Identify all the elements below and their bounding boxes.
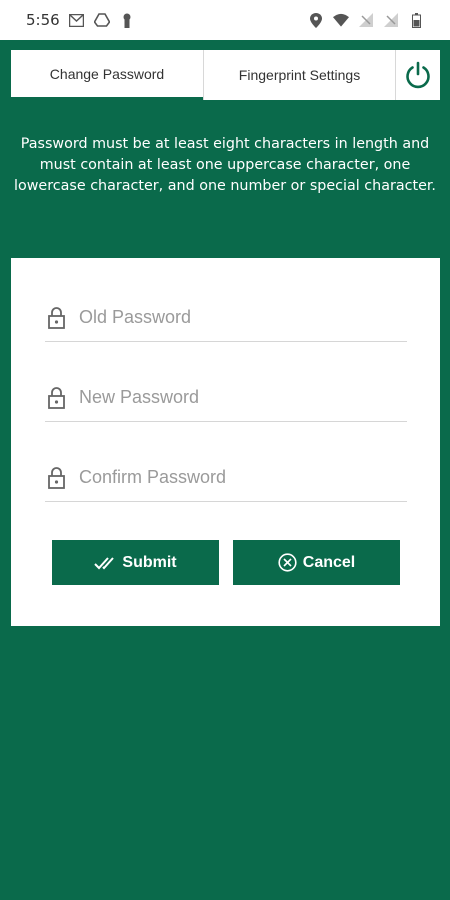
status-bar-left: 5:56 xyxy=(26,11,135,29)
battery-icon xyxy=(408,12,424,28)
tab-change-password-label: Change Password xyxy=(49,65,165,82)
password-requirements-text: Password must be at least eight characte… xyxy=(14,136,436,194)
new-password-input[interactable] xyxy=(79,387,407,408)
submit-button[interactable]: Submit xyxy=(52,540,219,585)
drive-icon xyxy=(93,12,110,28)
power-icon xyxy=(406,61,430,89)
confirm-password-field xyxy=(45,454,407,502)
location-icon xyxy=(308,12,324,28)
gmail-icon xyxy=(69,12,85,28)
no-signal-icon xyxy=(383,12,399,28)
tab-change-password[interactable]: Change Password xyxy=(11,50,203,100)
double-check-icon xyxy=(94,556,115,569)
cancel-button-label: Cancel xyxy=(302,553,356,571)
status-bar-right xyxy=(308,12,424,28)
old-password-field xyxy=(45,294,407,342)
new-password-field xyxy=(45,374,407,422)
old-password-input[interactable] xyxy=(79,307,407,328)
no-signal-icon xyxy=(358,12,374,28)
power-button[interactable] xyxy=(396,50,440,100)
tab-fingerprint-settings[interactable]: Fingerprint Settings xyxy=(203,50,396,100)
lock-icon xyxy=(48,386,68,410)
status-time: 5:56 xyxy=(26,11,60,29)
lock-icon xyxy=(48,466,68,490)
status-bar: 5:56 xyxy=(0,0,450,40)
submit-button-label: Submit xyxy=(122,553,177,571)
lock-icon xyxy=(48,306,68,330)
cancel-button[interactable]: Cancel xyxy=(233,540,400,585)
change-password-form: Submit Cancel xyxy=(11,258,440,626)
tab-bar: Change Password Fingerprint Settings xyxy=(11,50,440,100)
cancel-circle-icon xyxy=(278,553,297,572)
confirm-password-input[interactable] xyxy=(79,467,407,488)
wifi-icon xyxy=(333,12,349,28)
tab-fingerprint-settings-label: Fingerprint Settings xyxy=(238,67,361,83)
keyhole-icon xyxy=(119,12,135,28)
